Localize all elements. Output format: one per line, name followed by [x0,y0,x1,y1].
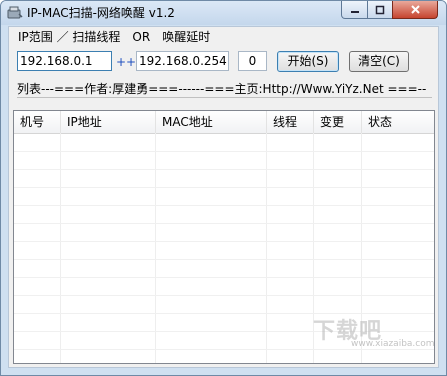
app-icon [7,6,23,19]
divider [17,97,432,98]
grid-line [14,187,434,188]
start-button[interactable]: 开始(S) [277,51,339,72]
watermark-url: www.xiazaiba.com [351,339,435,349]
threads-field[interactable]: 0 [238,51,267,71]
column-change[interactable]: 变更 [314,111,362,133]
close-button[interactable] [392,1,438,19]
ip-end-field[interactable]: 192.168.0.254 [136,51,229,71]
grid-line [14,259,434,260]
maximize-button[interactable] [367,1,393,19]
minimize-button[interactable] [341,1,368,19]
clear-button[interactable]: 清空(C) [349,51,409,72]
close-icon [410,5,420,14]
grid-line [14,151,434,152]
grid-line [60,133,61,363]
minimize-icon [350,10,359,13]
grid-line [155,133,156,363]
app-window: IP-MAC扫描-网络唤醒 v1.2 IP范围 ／ 扫描线程 OR 唤醒延时 1… [0,0,447,376]
maximize-icon [375,5,385,14]
grid-line [14,205,434,206]
column-machine-no[interactable]: 机号 [14,111,61,133]
range-label: IP范围 ／ 扫描线程 OR 唤醒延时 [18,30,211,44]
grid-line [14,349,434,350]
grid-line [14,277,434,278]
grid-line [14,169,434,170]
column-thread[interactable]: 线程 [267,111,314,133]
window-title: IP-MAC扫描-网络唤醒 v1.2 [27,6,175,20]
column-mac[interactable]: MAC地址 [156,111,267,133]
column-status[interactable]: 状态 [362,111,434,133]
grid-line [14,223,434,224]
grid-line [14,241,434,242]
ip-start-field[interactable]: 192.168.0.1 [17,51,112,71]
grid-line [266,133,267,363]
table-header: 机号 IP地址 MAC地址 线程 变更 状态 [14,111,434,134]
grid-line [14,295,434,296]
column-ip[interactable]: IP地址 [61,111,156,133]
title-bar[interactable]: IP-MAC扫描-网络唤醒 v1.2 [1,1,446,25]
info-line: 列表---===作者:厚建勇===------===主页:Http://Www.… [17,82,427,96]
